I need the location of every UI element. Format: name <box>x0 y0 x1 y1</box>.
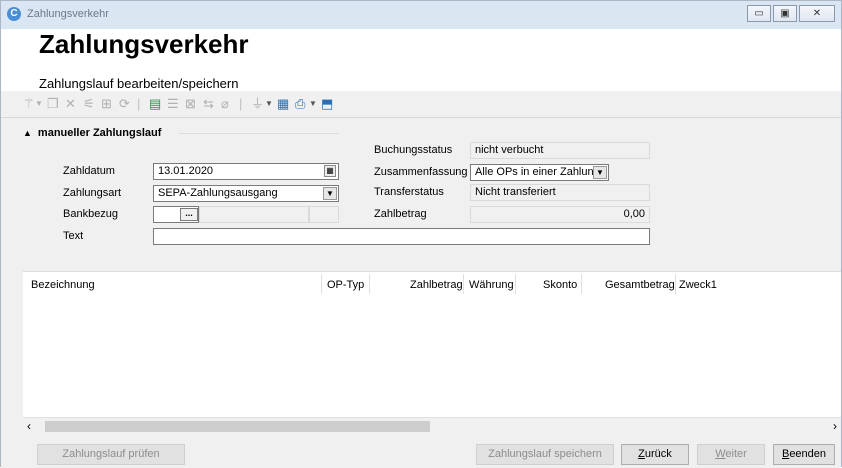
transfer-icon[interactable]: ⇆ <box>203 96 214 112</box>
beenden-button[interactable]: Beenden <box>773 444 835 465</box>
toolbar-separator: | <box>137 96 141 111</box>
chevron-down-icon[interactable]: ▼ <box>265 96 273 112</box>
remove-record-icon[interactable]: ⊠ <box>185 96 196 112</box>
close-button[interactable]: ✕ <box>799 5 835 22</box>
weiter-mnemonic: W <box>715 448 726 460</box>
scrollbar-thumb[interactable] <box>45 421 430 432</box>
window-controls: ▭ ▣ ✕ <box>747 5 835 22</box>
browse-button[interactable]: ... <box>180 208 198 221</box>
chevron-down-icon[interactable]: ▼ <box>35 96 43 112</box>
zahldatum-field[interactable]: 13.01.2020 ▦ <box>153 163 339 180</box>
group-title: manueller Zahlungslauf <box>37 127 162 139</box>
column-header-bezeichnung[interactable]: Bezeichnung <box>31 279 95 291</box>
horizontal-scrollbar[interactable]: ‹ › <box>23 417 841 435</box>
app-icon: C <box>7 7 21 21</box>
exit-icon[interactable]: ⬒ <box>321 96 333 112</box>
column-divider[interactable] <box>369 274 370 294</box>
page-header: Zahlungsverkehr Zahlungslauf bearbeiten/… <box>1 29 841 91</box>
zurueck-mnemonic: Z <box>638 448 645 460</box>
column-divider[interactable] <box>463 274 464 294</box>
zahlungsart-value: SEPA-Zahlungsausgang <box>158 187 278 199</box>
payment-grid[interactable]: Bezeichnung OP-Typ Zahlbetrag Währung Sk… <box>23 271 841 432</box>
title-bar: C Zahlungsverkehr ▭ ▣ ✕ <box>1 1 841 29</box>
zurueck-button[interactable]: Zurück <box>621 444 689 465</box>
app-window: C Zahlungsverkehr ▭ ▣ ✕ Zahlungsverkehr … <box>0 0 842 468</box>
print-icon[interactable]: ⎙ <box>295 96 305 112</box>
filter-icon[interactable]: ⏚ <box>251 96 264 112</box>
bankbezug-label: Bankbezug <box>63 208 119 220</box>
bankbezug-field[interactable]: ... <box>153 206 199 223</box>
column-divider[interactable] <box>321 274 322 294</box>
bankbezug-extra-field <box>309 206 339 223</box>
eraser-icon[interactable]: ⌀ <box>221 96 229 112</box>
transferstatus-label: Transferstatus <box>374 186 444 198</box>
toolbar: ⚚ ▼ ❐ ✕ ⚟ ⊞ ⟳ | ▤ ☰ ⊠ ⇆ ⌀ | ⏚ ▼ ▦ ⎙ ▼ ⬒ <box>1 91 841 118</box>
copy-icon[interactable]: ❐ <box>47 96 59 112</box>
button-bar: Zahlungslauf prüfen Zahlungslauf speiche… <box>1 438 841 468</box>
column-header-op-typ[interactable]: OP-Typ <box>327 279 364 291</box>
zurueck-label: urück <box>644 448 672 460</box>
buchungsstatus-field: nicht verbucht <box>470 142 650 159</box>
column-header-waehrung[interactable]: Währung <box>469 279 514 291</box>
minimize-button[interactable]: ▭ <box>747 5 771 22</box>
weiter-label: eiter <box>725 448 747 460</box>
column-divider[interactable] <box>581 274 582 294</box>
delete-icon[interactable]: ✕ <box>65 96 76 112</box>
weiter-button[interactable]: Weiter <box>697 444 765 465</box>
scroll-right-icon[interactable]: › <box>833 419 837 433</box>
split-icon[interactable]: ⊞ <box>101 96 112 112</box>
column-header-zweck1[interactable]: Zweck1 <box>679 279 717 291</box>
chevron-down-icon[interactable]: ▼ <box>593 166 607 179</box>
filter-edit-icon[interactable]: ⚟ <box>83 96 95 112</box>
export-icon[interactable]: ▦ <box>277 96 289 112</box>
column-header-skonto[interactable]: Skonto <box>543 279 577 291</box>
page-title: Zahlungsverkehr <box>39 29 249 59</box>
transferstatus-field: Nicht transferiert <box>470 184 650 201</box>
refresh-icon[interactable]: ⟳ <box>119 96 130 112</box>
zusammenfassung-label: Zusammenfassung <box>374 166 468 178</box>
scroll-left-icon[interactable]: ‹ <box>27 419 31 433</box>
list-icon[interactable]: ☰ <box>167 96 179 112</box>
group-header[interactable]: ▲ manueller Zahlungslauf <box>23 127 161 139</box>
zahlungslauf-speichern-button[interactable]: Zahlungslauf speichern <box>476 444 614 465</box>
column-divider[interactable] <box>515 274 516 294</box>
add-record-icon[interactable]: ▤ <box>149 96 161 112</box>
zahlungsart-label: Zahlungsart <box>63 187 122 199</box>
zusammenfassung-value: Alle OPs in einer Zahlung <box>475 166 600 178</box>
bankbezug-name-field <box>199 206 309 223</box>
chevron-down-icon[interactable]: ▼ <box>309 96 317 112</box>
page-subtitle: Zahlungslauf bearbeiten/speichern <box>39 76 239 91</box>
group-divider <box>179 133 339 134</box>
column-divider[interactable] <box>675 274 676 294</box>
zahlungslauf-pruefen-button[interactable]: Zahlungslauf prüfen <box>37 444 185 465</box>
beenden-label: eenden <box>789 448 827 460</box>
chevron-down-icon[interactable]: ▼ <box>323 187 337 200</box>
zahldatum-label: Zahldatum <box>63 165 115 177</box>
zahldatum-value: 13.01.2020 <box>158 165 214 177</box>
window-title: Zahlungsverkehr <box>27 8 109 20</box>
zahlbetrag-label: Zahlbetrag <box>374 208 427 220</box>
calendar-icon[interactable]: ▦ <box>324 165 336 177</box>
column-header-gesamtbetrag[interactable]: Gesamtbetrag <box>605 279 675 291</box>
collapse-arrow-icon[interactable]: ▲ <box>23 128 32 138</box>
zusammenfassung-select[interactable]: Alle OPs in einer Zahlung ▼ <box>470 164 609 181</box>
buchungsstatus-label: Buchungsstatus <box>374 144 453 156</box>
text-input[interactable] <box>153 228 650 245</box>
toolbar-separator: | <box>239 96 243 111</box>
zahlungsart-select[interactable]: SEPA-Zahlungsausgang ▼ <box>153 185 339 202</box>
column-header-zahlbetrag[interactable]: Zahlbetrag <box>410 279 463 291</box>
maximize-button[interactable]: ▣ <box>773 5 797 22</box>
zahlbetrag-field: 0,00 <box>470 206 650 223</box>
text-label: Text <box>63 230 84 242</box>
wand-icon[interactable]: ⚚ <box>23 96 35 112</box>
